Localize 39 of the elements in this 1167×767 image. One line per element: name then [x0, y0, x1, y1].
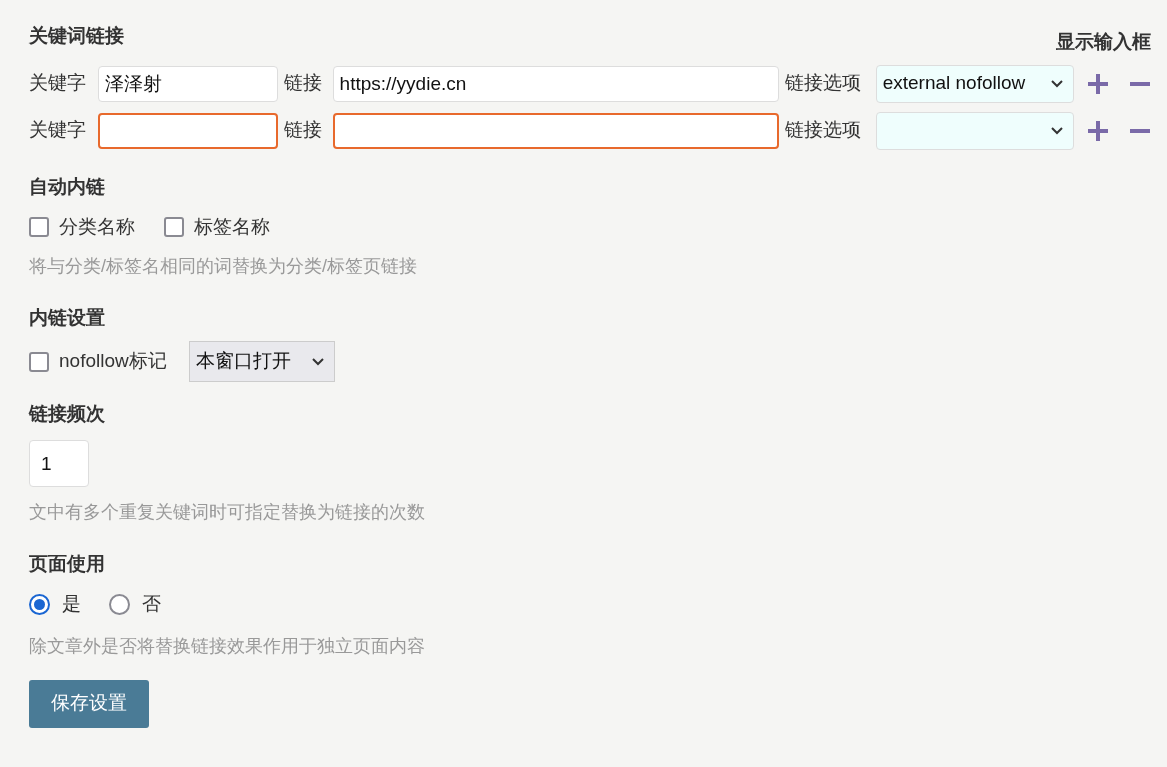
number-input[interactable]: 1: [29, 440, 89, 487]
checkbox[interactable]: [164, 216, 184, 237]
save-button[interactable]: 保存设置: [29, 679, 149, 728]
hint-text: 除文章外是否将替换链接效果作用于独立页面内容: [29, 634, 426, 658]
checkbox[interactable]: [29, 351, 49, 372]
field-label: 链接选项: [785, 71, 862, 96]
select-field[interactable]: 本窗口打开: [188, 341, 335, 382]
radio-button[interactable]: [29, 593, 50, 615]
caret-icon: [1051, 126, 1063, 135]
toggle-link[interactable]: 显示输入框: [1056, 28, 1151, 57]
section-heading: 内链设置: [29, 306, 106, 330]
field-label: 链接选项: [785, 118, 862, 143]
select-field[interactable]: external nofollow: [875, 64, 1074, 103]
caret-icon: [311, 357, 324, 366]
checkbox-label[interactable]: nofollow标记: [59, 347, 167, 376]
link-input[interactable]: [332, 112, 779, 149]
link-input[interactable]: https://yydie.cn: [332, 65, 779, 102]
select-field[interactable]: [875, 111, 1074, 150]
checkbox-label[interactable]: 标签名称: [194, 212, 270, 241]
section-heading: 页面使用: [29, 552, 106, 576]
keyword-input[interactable]: 泽泽射: [97, 65, 278, 102]
keyword-input[interactable]: [97, 112, 278, 149]
section-heading: 自动内链: [29, 174, 106, 199]
field-label: 关键字: [29, 71, 87, 96]
checkbox-label[interactable]: 分类名称: [59, 212, 135, 241]
hint-text: 文中有多个重复关键词时可指定替换为链接的次数: [29, 501, 426, 524]
section-heading: 关键词链接: [29, 24, 124, 48]
field-label: 关键字: [29, 118, 87, 143]
hint-text: 将与分类/标签名相同的词替换为分类/标签页链接: [29, 255, 418, 278]
field-label: 链接: [283, 71, 323, 96]
field-label: 链接: [283, 118, 323, 143]
plus-icon[interactable]: [1087, 72, 1109, 95]
radio-button[interactable]: [109, 593, 130, 615]
checkbox[interactable]: [29, 216, 49, 237]
plus-icon[interactable]: [1087, 119, 1109, 142]
section-heading: 链接频次: [29, 402, 106, 426]
radio-label[interactable]: 是: [62, 590, 81, 619]
radio-label[interactable]: 否: [142, 590, 161, 619]
caret-icon: [1051, 79, 1063, 88]
